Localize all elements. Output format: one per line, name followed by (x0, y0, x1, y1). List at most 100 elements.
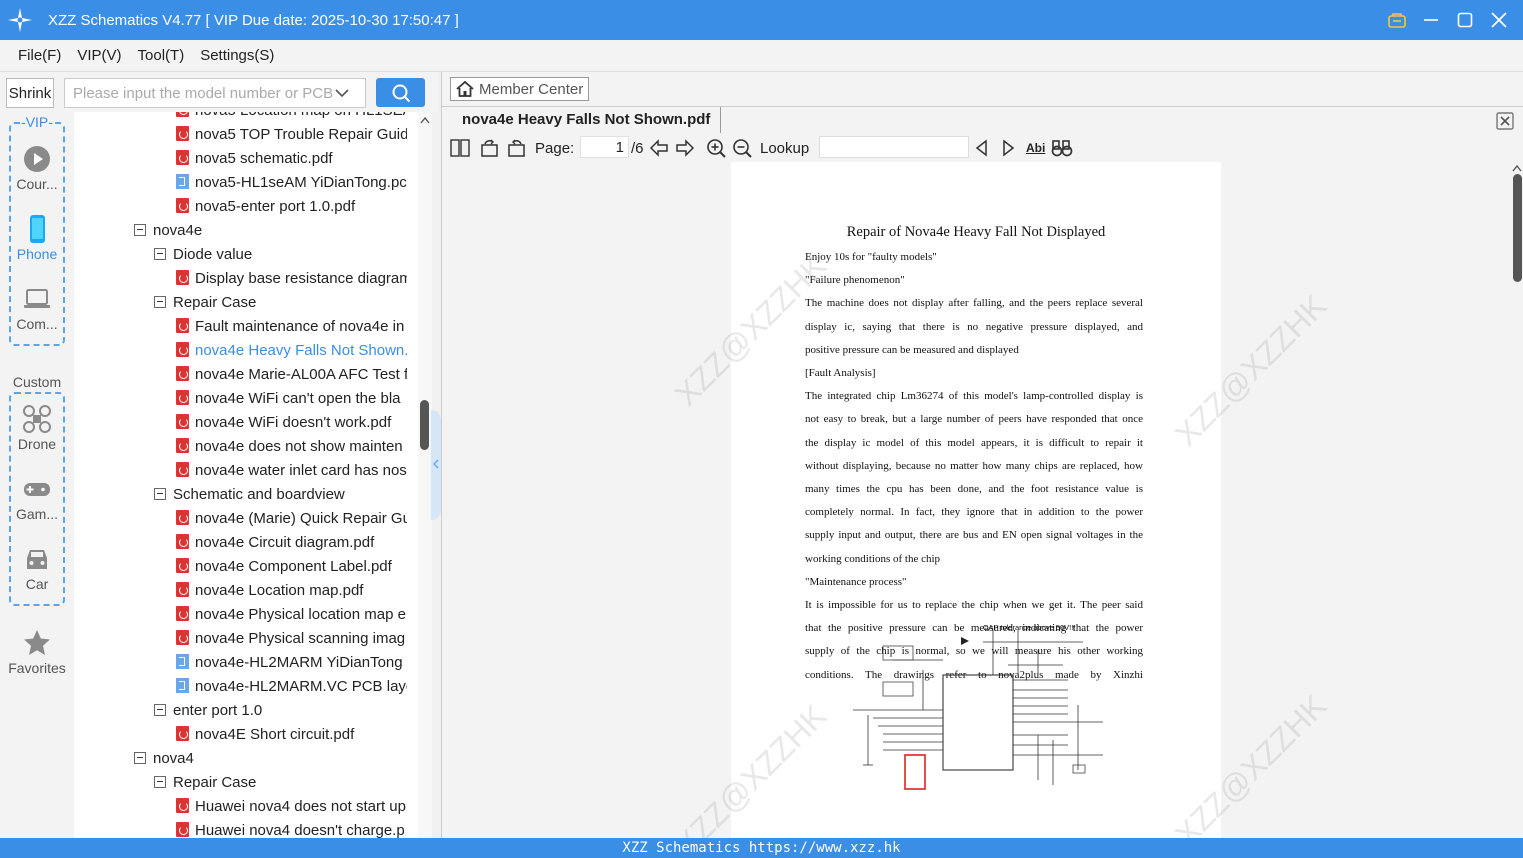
menu-file[interactable]: File(F) (18, 47, 61, 64)
tree-file[interactable]: Huawei nova4 does not start up (176, 795, 407, 819)
chevron-left-icon[interactable] (432, 458, 440, 470)
lookup-input[interactable] (819, 136, 969, 158)
collapse-icon[interactable] (154, 704, 166, 716)
tree-file[interactable]: nova4E Short circuit.pdf (176, 723, 407, 747)
tree-folder[interactable]: nova4 (134, 747, 407, 771)
scroll-up-icon[interactable] (420, 116, 430, 124)
tree-file[interactable]: nova5 TOP Trouble Repair Guid (176, 123, 407, 147)
category-nav: -VIP- Cour... Phone Com... Custom Drone … (0, 112, 74, 838)
two-page-icon[interactable] (450, 138, 470, 158)
close-tabs-icon[interactable] (1496, 112, 1514, 130)
tree-file[interactable]: nova5-enter port 1.0.pdf (176, 195, 407, 219)
document-viewer[interactable]: Repair of Nova4e Heavy Fall Not Displaye… (442, 162, 1523, 838)
nav-gamepad[interactable]: Gam... (0, 474, 74, 522)
tree-file[interactable]: nova4e (Marie) Quick Repair Gu (176, 507, 407, 531)
tree-item-label: nova5 TOP Trouble Repair Guid (195, 126, 407, 143)
viewer-scroll-thumb[interactable] (1513, 174, 1522, 282)
tree-file[interactable]: nova4e WiFi can't open the bla (176, 387, 407, 411)
panel-splitter[interactable] (431, 410, 441, 520)
minimize-icon[interactable] (1421, 10, 1441, 30)
shrink-button[interactable]: Shrink (6, 78, 54, 108)
car-icon (27, 550, 47, 569)
search-button[interactable] (376, 78, 425, 107)
tree-file[interactable]: nova4e-HL2MARM.VC PCB laye (176, 675, 407, 699)
home-icon (456, 80, 474, 97)
collapse-icon[interactable] (154, 776, 166, 788)
find-all-icon[interactable] (1051, 138, 1073, 158)
tree-file[interactable]: nova4e Physical scanning imag (176, 627, 407, 651)
close-icon[interactable] (1489, 10, 1509, 30)
menu-settings[interactable]: Settings(S) (200, 47, 274, 64)
find-next-icon[interactable] (1000, 138, 1016, 158)
pdf-file-icon (176, 366, 189, 381)
vip-crown-icon[interactable] (1387, 10, 1407, 30)
find-prev-icon[interactable] (974, 138, 990, 158)
scroll-up-icon[interactable] (1512, 164, 1522, 172)
tree-file[interactable]: nova4e WiFi doesn't work.pdf (176, 411, 407, 435)
tree-file[interactable]: nova4e water inlet card has nos (176, 459, 407, 483)
tree-file[interactable]: nova4e Location map.pdf (176, 579, 407, 603)
tree-file[interactable]: nova4e Component Label.pdf (176, 555, 407, 579)
tree-file[interactable]: nova4e Marie-AL00A AFC Test f (176, 363, 407, 387)
nav-course[interactable]: Cour... (0, 144, 74, 192)
tree-file[interactable]: nova4e-HL2MARM YiDianTong (176, 651, 407, 675)
nav-computer[interactable]: Com... (0, 284, 74, 332)
match-case-button[interactable]: Abi (1026, 138, 1045, 158)
menu-bar: File(F) VIP(V) Tool(T) Settings(S) (0, 40, 1523, 72)
tree-folder[interactable]: Schematic and boardview (154, 483, 407, 507)
play-icon (24, 146, 50, 172)
member-center-button[interactable]: Member Center (450, 77, 589, 101)
tree-scroll-thumb[interactable] (420, 400, 429, 450)
tree-folder[interactable]: enter port 1.0 (154, 699, 407, 723)
collapse-icon[interactable] (154, 296, 166, 308)
tree-item-label: Diode value (173, 246, 253, 263)
zoom-in-icon[interactable] (706, 138, 726, 158)
tree-item-label: nova5 schematic.pdf (195, 150, 333, 167)
tree-item-label: Repair Case (173, 294, 257, 311)
tree-file[interactable]: nova4e Physical location map e (176, 603, 407, 627)
tree-file[interactable]: nova5 Location map on HL1SEA... (176, 112, 407, 123)
tree-folder[interactable]: Repair Case (154, 291, 407, 315)
tree-file[interactable]: nova4e Heavy Falls Not Shown.pdf (176, 339, 407, 363)
tree-file[interactable]: nova5-HL1seAM YiDianTong.pc (176, 171, 407, 195)
tree-folder[interactable]: Diode value (154, 243, 407, 267)
next-page-icon[interactable] (675, 138, 695, 158)
rotate-left-icon[interactable] (480, 138, 500, 158)
tree-file[interactable]: Huawei nova4 doesn't charge.p (176, 819, 407, 838)
tree-file[interactable]: nova4e Circuit diagram.pdf (176, 531, 407, 555)
document-line: positive pressure can be measured and di… (805, 343, 1019, 356)
nav-drone[interactable]: Drone (0, 404, 74, 452)
tree-scrollbar[interactable] (418, 112, 432, 838)
prev-page-icon[interactable] (649, 138, 669, 158)
tree-item-label: nova4E Short circuit.pdf (195, 726, 355, 743)
pdf-file-icon (176, 822, 189, 837)
page-number-input[interactable]: 1 (580, 136, 629, 158)
tree-file[interactable]: nova4e does not show mainten (176, 435, 407, 459)
viewer-scrollbar[interactable] (1510, 162, 1523, 838)
custom-label: Custom (7, 374, 67, 390)
collapse-icon[interactable] (154, 488, 166, 500)
menu-vip[interactable]: VIP(V) (77, 47, 121, 64)
tab-document[interactable]: nova4e Heavy Falls Not Shown.pdf (462, 111, 710, 128)
tree-item-label: nova4e Heavy Falls Not Shown.pdf (195, 342, 407, 359)
tree-file[interactable]: nova5 schematic.pdf (176, 147, 407, 171)
menu-tool[interactable]: Tool(T) (138, 47, 185, 64)
nav-favorites[interactable]: Favorites (0, 628, 74, 676)
tree-folder[interactable]: nova4e (134, 219, 407, 243)
document-tab-bar: nova4e Heavy Falls Not Shown.pdf (442, 106, 1523, 134)
document-line: It is impossible for us to replace the c… (805, 599, 1143, 611)
rotate-right-icon[interactable] (506, 138, 526, 158)
tree-file[interactable]: Display base resistance diagram (176, 267, 407, 291)
pdf-file-icon (176, 150, 189, 165)
nav-car[interactable]: Car (0, 544, 74, 592)
model-search-input[interactable] (73, 84, 335, 102)
tree-folder[interactable]: Repair Case (154, 771, 407, 795)
nav-phone[interactable]: Phone (0, 214, 74, 262)
collapse-icon[interactable] (154, 248, 166, 260)
collapse-icon[interactable] (134, 224, 146, 236)
maximize-icon[interactable] (1455, 10, 1475, 30)
collapse-icon[interactable] (134, 752, 146, 764)
chevron-down-icon[interactable] (335, 85, 349, 102)
zoom-out-icon[interactable] (732, 138, 752, 158)
tree-file[interactable]: Fault maintenance of nova4e in (176, 315, 407, 339)
